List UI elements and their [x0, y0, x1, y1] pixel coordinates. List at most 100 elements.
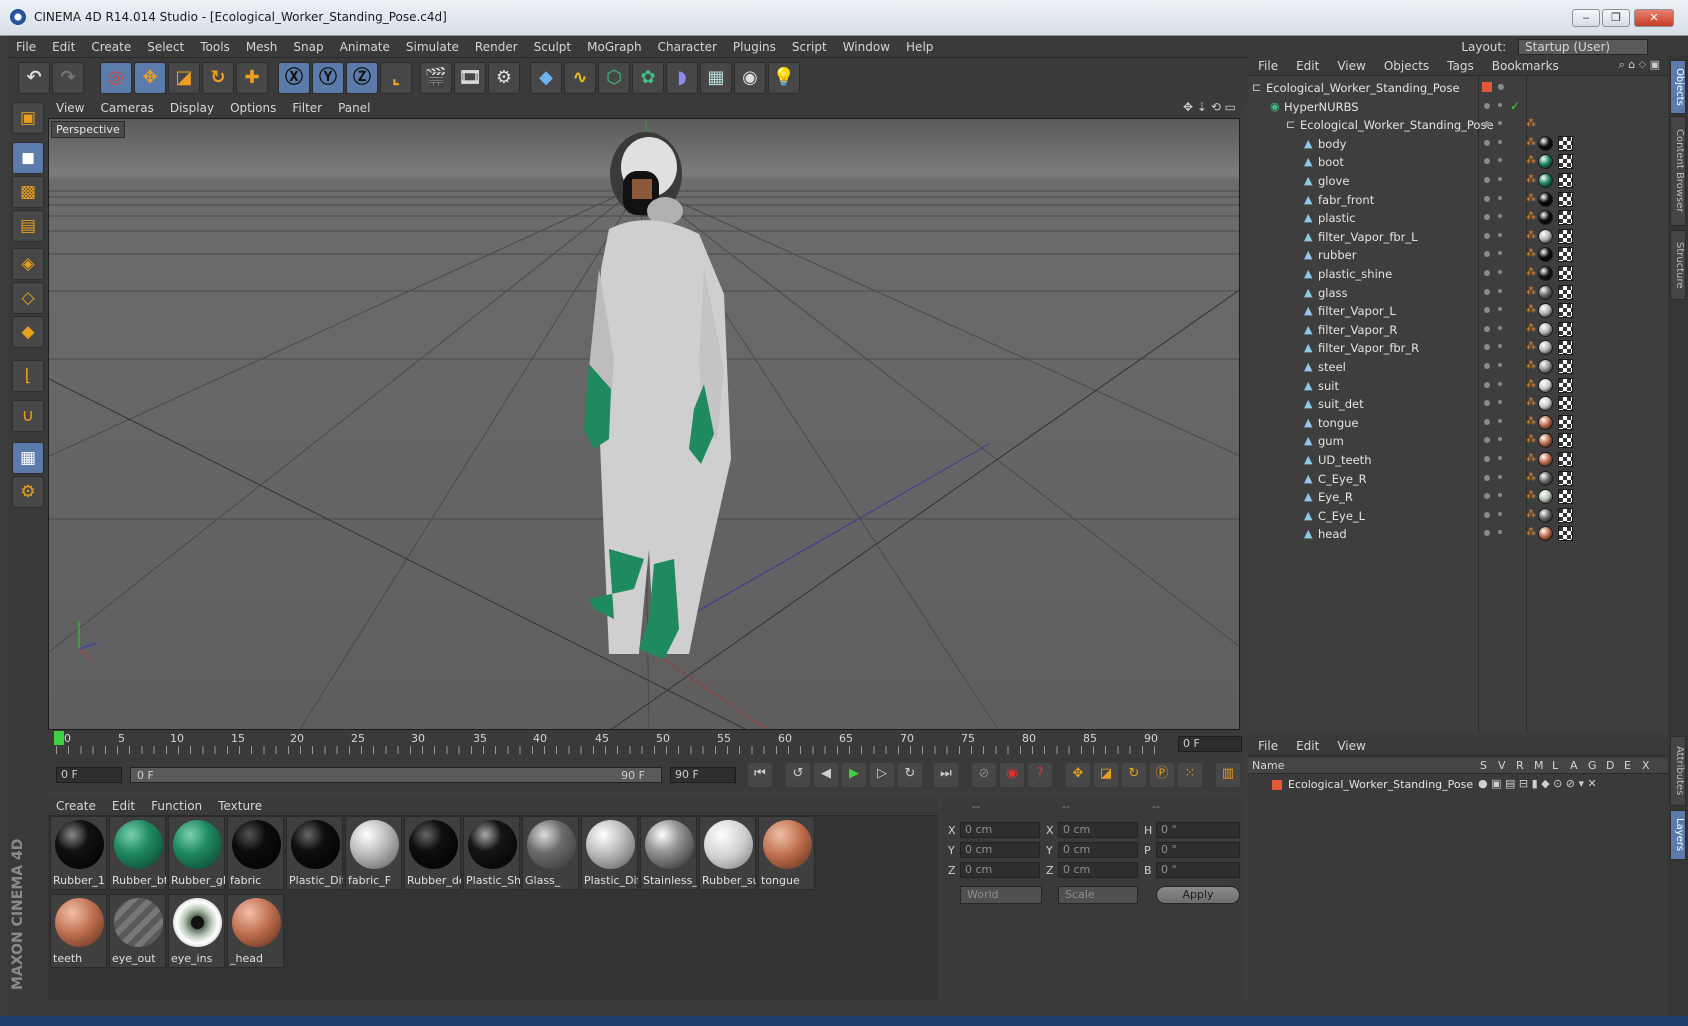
end-frame-field[interactable]: 90 F — [670, 767, 736, 783]
uvw-tag-icon[interactable] — [1558, 266, 1573, 281]
timeline-ruler[interactable]: 0 5 10 15 20 25 30 35 40 45 50 55 60 65 … — [48, 730, 1244, 760]
playhead-marker[interactable] — [54, 731, 64, 745]
uvw-tag-icon[interactable] — [1558, 526, 1573, 542]
phong-tag-icon[interactable]: ⁂ — [1526, 397, 1536, 409]
editor-visibility-dot[interactable] — [1484, 363, 1490, 369]
material-tag-icon[interactable] — [1538, 191, 1553, 207]
material-tag-icon[interactable] — [1538, 526, 1553, 542]
menu-file[interactable]: File — [8, 36, 44, 54]
render-visibility-dot[interactable] — [1498, 139, 1502, 144]
z-axis-lock-button[interactable]: Ⓩ — [346, 62, 378, 94]
phong-tag-icon[interactable]: ⁂ — [1526, 174, 1536, 186]
go-to-start-button[interactable]: ⏮ — [748, 763, 772, 787]
render-visibility-dot[interactable] — [1498, 474, 1502, 479]
axis-mode-icon[interactable]: ⌊ — [12, 360, 44, 392]
object-row[interactable]: ▲ body ⁂ — [1248, 134, 1668, 154]
uvw-tag-icon[interactable] — [1558, 340, 1573, 356]
editor-visibility-dot[interactable] — [1484, 102, 1490, 109]
rotation-b-field[interactable]: 0 ° — [1156, 862, 1240, 878]
camera-object-button[interactable]: ◉ — [734, 62, 766, 94]
render-visibility-dot[interactable] — [1498, 84, 1502, 88]
objects-menu-bookmarks[interactable]: Bookmarks — [1482, 56, 1567, 73]
menu-sculpt[interactable]: Sculpt — [526, 36, 579, 54]
object-row[interactable]: ▲ rubber ⁂ — [1248, 245, 1668, 265]
editor-visibility-dot[interactable] — [1484, 139, 1490, 146]
material-swatch[interactable]: Rubber_gl — [168, 816, 225, 890]
make-editable-button[interactable]: ▣ — [12, 102, 44, 134]
quantize-icon[interactable]: ⚙ — [12, 476, 44, 508]
material-swatch[interactable]: Rubber_su — [699, 816, 756, 890]
record-rotation-button[interactable]: ↻ — [1122, 763, 1146, 787]
phong-tag-icon[interactable]: ⁂ — [1526, 248, 1536, 260]
render-visibility-dot[interactable] — [1498, 177, 1502, 181]
phong-tag-icon[interactable]: ⁂ — [1526, 472, 1536, 484]
y-axis-lock-button[interactable]: Ⓨ — [312, 62, 344, 94]
menu-animate[interactable]: Animate — [332, 36, 398, 54]
viewport-menu-cameras[interactable]: Cameras — [92, 98, 161, 115]
layers-menu-view[interactable]: View — [1327, 736, 1373, 753]
spline-pen-button[interactable]: ∿ — [564, 62, 596, 94]
workplane-lock-icon[interactable]: ▦ — [12, 442, 44, 474]
rotation-p-field[interactable]: 0 ° — [1156, 842, 1240, 858]
phong-tag-icon[interactable]: ⁂ — [1526, 360, 1536, 372]
record-point-level-button[interactable]: ⁙ — [1178, 763, 1202, 787]
objects-menu-objects[interactable]: Objects — [1374, 56, 1437, 73]
render-visibility-dot[interactable] — [1498, 493, 1502, 498]
editor-visibility-dot[interactable] — [1484, 307, 1490, 314]
current-frame-field[interactable]: 0 F — [1178, 736, 1242, 752]
phong-tag-icon[interactable]: ⁂ — [1526, 453, 1536, 465]
render-picture-viewer-button[interactable]: 🎞 — [454, 62, 486, 94]
material-swatch[interactable]: Rubber_de — [404, 816, 461, 890]
render-visibility-dot[interactable] — [1498, 325, 1502, 330]
size-x-field[interactable]: 0 cm — [1058, 822, 1138, 838]
render-visibility-dot[interactable] — [1498, 381, 1502, 386]
play-button[interactable]: ▶ — [842, 763, 866, 787]
render-visibility-dot[interactable] — [1498, 437, 1502, 442]
cube-object-button[interactable]: ◆ — [530, 62, 562, 94]
render-visibility-dot[interactable] — [1498, 307, 1502, 312]
editor-visibility-dot[interactable] — [1484, 158, 1490, 165]
viewport-menu-display[interactable]: Display — [162, 98, 222, 115]
search-icon[interactable]: ⌕ ⌂ ⬦ ▣ — [1611, 56, 1668, 74]
editor-visibility-dot[interactable] — [1484, 325, 1490, 332]
uvw-tag-icon[interactable] — [1558, 452, 1573, 467]
layer-flag-icons[interactable]: ● ▣ ▤ ⊟ ▮ ◆ ⊙ ⊘ ▾ ✕ — [1478, 777, 1597, 790]
uvw-tag-icon[interactable] — [1558, 507, 1573, 523]
object-row[interactable]: ▲ C_Eye_R ⁂ — [1248, 469, 1668, 489]
material-swatch[interactable]: fabric_F — [345, 816, 402, 890]
phong-tag-icon[interactable]: ⁂ — [1526, 155, 1536, 167]
subdivision-surface-button[interactable]: ⬡ — [598, 62, 630, 94]
phong-tag-icon[interactable]: ⁂ — [1526, 490, 1536, 502]
material-tag-icon[interactable] — [1538, 266, 1553, 281]
position-x-field[interactable]: 0 cm — [960, 822, 1040, 838]
menu-script[interactable]: Script — [784, 36, 835, 54]
material-tag-icon[interactable] — [1538, 452, 1553, 467]
uvw-tag-icon[interactable] — [1558, 228, 1573, 244]
editor-visibility-dot[interactable] — [1484, 232, 1490, 239]
size-y-field[interactable]: 0 cm — [1058, 842, 1138, 858]
range-slider[interactable]: 0 F 90 F — [130, 767, 662, 783]
layers-menu-file[interactable]: File — [1248, 736, 1286, 753]
material-swatch[interactable]: eye_ins — [168, 894, 225, 968]
phong-tag-icon[interactable]: ⁂ — [1526, 211, 1536, 223]
layer-color-swatch[interactable] — [1482, 82, 1492, 92]
object-row[interactable]: ▲ glove ⁂ — [1248, 171, 1668, 191]
tab-attributes[interactable]: Attributes — [1670, 736, 1686, 806]
material-tag-icon[interactable] — [1538, 489, 1553, 505]
material-swatch[interactable]: fabric — [227, 816, 284, 890]
editor-visibility-dot[interactable] — [1484, 214, 1490, 221]
layer-row[interactable]: Ecological_Worker_Standing_Pose ● ▣ ▤ ⊟ … — [1248, 776, 1668, 794]
object-row[interactable]: ▲ fabr_front ⁂ — [1248, 190, 1668, 210]
render-visibility-dot[interactable] — [1498, 530, 1502, 535]
object-row[interactable]: ▲ plastic ⁂ — [1248, 208, 1668, 228]
coordinate-system-button[interactable]: ⌞ — [380, 62, 412, 94]
rotation-h-field[interactable]: 0 ° — [1156, 822, 1240, 838]
material-swatch[interactable]: eye_out — [109, 894, 166, 968]
layers-menu-edit[interactable]: Edit — [1286, 736, 1327, 753]
object-row[interactable]: ▲ head ⁂ — [1248, 524, 1668, 544]
phong-tag-icon[interactable]: ⁂ — [1526, 416, 1536, 428]
viewport-menu-view[interactable]: View — [48, 98, 92, 115]
phong-tag-icon[interactable]: ⁂ — [1526, 193, 1536, 205]
record-keys-button[interactable]: ⊘ — [972, 763, 996, 787]
next-key-button[interactable]: ↻ — [898, 763, 922, 787]
